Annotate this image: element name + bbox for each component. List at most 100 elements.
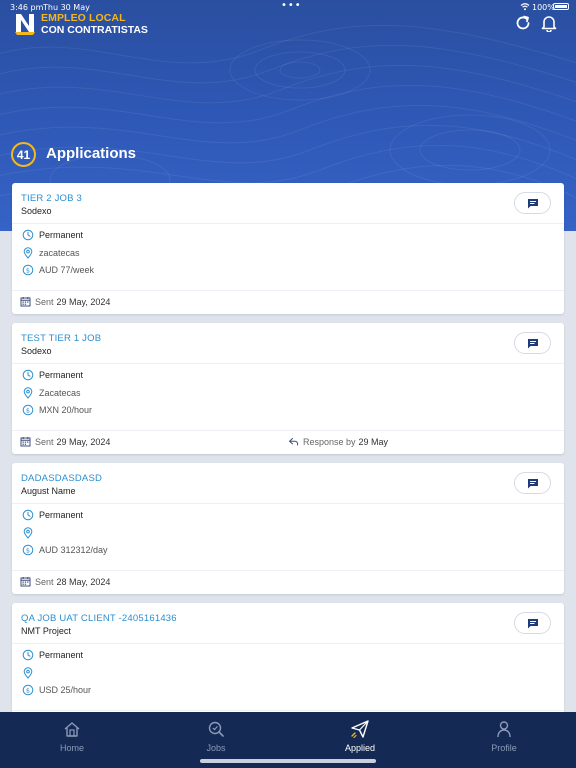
location-row xyxy=(22,526,39,540)
svg-text:$: $ xyxy=(26,406,30,414)
salary-row: $ AUD 77/week xyxy=(22,263,94,277)
card-header: DADASDASDASD August Name xyxy=(12,463,564,504)
tab-profile[interactable]: Profile xyxy=(464,719,544,759)
tab-label: Profile xyxy=(491,743,517,753)
tab-label: Home xyxy=(59,743,84,753)
card-footer: Sent 29 May, 2024 Response by 29 May xyxy=(12,431,564,454)
svg-text:$: $ xyxy=(26,266,30,274)
employer-name: August Name xyxy=(21,486,76,496)
chat-button[interactable] xyxy=(514,192,551,214)
logo-text-line2: CON CONTRATISTAS xyxy=(41,24,148,36)
location-row xyxy=(22,666,39,680)
employer-name: Sodexo xyxy=(21,346,52,356)
location-pin-icon xyxy=(23,527,33,539)
location-pin-icon xyxy=(23,247,33,259)
location-row: zacatecas xyxy=(22,246,80,260)
job-type-row: Permanent xyxy=(22,228,83,242)
multitasking-dots[interactable]: ••• xyxy=(281,0,302,11)
dollar-icon: $ xyxy=(22,404,34,416)
clock-icon xyxy=(22,229,34,241)
dollar-icon: $ xyxy=(22,264,34,276)
svg-text:$: $ xyxy=(26,546,30,554)
card-header: TIER 2 JOB 3 Sodexo xyxy=(12,183,564,224)
salary-row: $ USD 25/hour xyxy=(22,683,91,697)
applications-count-badge: 41 xyxy=(11,142,36,167)
job-title[interactable]: TIER 2 JOB 3 xyxy=(21,193,82,204)
clock-icon xyxy=(22,649,34,661)
application-card[interactable]: TIER 2 JOB 3 Sodexo Permanent zacatecas … xyxy=(12,183,564,314)
dollar-icon: $ xyxy=(22,544,34,556)
refresh-icon xyxy=(516,15,530,30)
paper-plane-icon xyxy=(351,720,369,739)
search-jobs-icon xyxy=(208,721,224,737)
sent-date: 29 May, 2024 xyxy=(56,436,111,447)
bell-icon xyxy=(541,16,557,33)
tab-label: Applied xyxy=(344,743,376,753)
page-title: Applications xyxy=(46,145,137,162)
application-card[interactable]: DADASDASDASD August Name Permanent $ AUD… xyxy=(12,463,564,594)
chat-icon xyxy=(527,618,538,628)
response-by-info: Response by 29 May xyxy=(288,436,388,447)
card-details: Permanent $ USD 25/hour xyxy=(12,644,564,711)
applications-list: TIER 2 JOB 3 Sodexo Permanent zacatecas … xyxy=(12,183,564,743)
refresh-button[interactable] xyxy=(514,14,532,32)
job-type-row: Permanent xyxy=(22,648,83,662)
job-location: Zacatecas xyxy=(39,388,81,398)
notifications-button[interactable] xyxy=(540,14,558,33)
job-type: Permanent xyxy=(39,650,84,660)
location-row: Zacatecas xyxy=(22,386,81,400)
chat-button[interactable] xyxy=(514,612,551,634)
job-type-row: Permanent xyxy=(22,508,83,522)
card-details: Permanent $ AUD 312312/day xyxy=(12,504,564,571)
chat-icon xyxy=(527,478,538,488)
card-header: QA JOB UAT CLIENT -2405161436 NMT Projec… xyxy=(12,603,564,644)
battery-percent: 100% xyxy=(532,3,555,12)
sent-date: 29 May, 2024 xyxy=(56,296,111,307)
salary-row: $ MXN 20/hour xyxy=(22,403,92,417)
sent-label: Sent xyxy=(35,296,54,307)
home-indicator[interactable] xyxy=(200,759,376,763)
sent-date-info: Sent 29 May, 2024 xyxy=(20,436,110,447)
job-type-row: Permanent xyxy=(22,368,83,382)
calendar-icon xyxy=(20,297,31,307)
application-card[interactable]: TEST TIER 1 JOB Sodexo Permanent Zacatec… xyxy=(12,323,564,454)
logo-text-line1: EMPLEO LOCAL xyxy=(41,12,126,24)
tab-label: Jobs xyxy=(206,743,226,753)
chat-button[interactable] xyxy=(514,332,551,354)
employer-name: Sodexo xyxy=(21,206,52,216)
location-pin-icon xyxy=(23,667,33,679)
chat-icon xyxy=(527,198,538,208)
tab-applied[interactable]: Applied xyxy=(320,719,400,759)
home-icon xyxy=(64,722,80,737)
svg-text:$: $ xyxy=(26,686,30,694)
location-pin-icon xyxy=(23,387,33,399)
card-footer: Sent 29 May, 2024 xyxy=(12,291,564,314)
tab-home[interactable]: Home xyxy=(32,719,112,759)
job-salary: MXN 20/hour xyxy=(39,405,93,415)
job-salary: AUD 312312/day xyxy=(39,545,108,555)
job-title[interactable]: DADASDASDASD xyxy=(21,473,102,484)
job-salary: USD 25/hour xyxy=(39,685,92,695)
dollar-icon: $ xyxy=(22,684,34,696)
card-footer: Sent 28 May, 2024 xyxy=(12,571,564,594)
sent-label: Sent xyxy=(35,576,54,587)
calendar-icon xyxy=(20,437,31,447)
chat-button[interactable] xyxy=(514,472,551,494)
card-details: Permanent Zacatecas $ MXN 20/hour xyxy=(12,364,564,431)
salary-row: $ AUD 312312/day xyxy=(22,543,108,557)
clock-icon xyxy=(22,509,34,521)
job-salary: AUD 77/week xyxy=(39,265,95,275)
job-title[interactable]: TEST TIER 1 JOB xyxy=(21,333,101,344)
job-location: zacatecas xyxy=(39,248,80,258)
user-icon xyxy=(497,721,511,738)
card-details: Permanent zacatecas $ AUD 77/week xyxy=(12,224,564,291)
response-date: 29 May xyxy=(358,436,389,447)
battery-icon xyxy=(553,3,569,10)
sent-date-info: Sent 28 May, 2024 xyxy=(20,576,110,587)
card-header: TEST TIER 1 JOB Sodexo xyxy=(12,323,564,364)
response-label: Response by xyxy=(303,436,356,447)
employer-name: NMT Project xyxy=(21,626,71,636)
tab-jobs[interactable]: Jobs xyxy=(176,719,256,759)
job-title[interactable]: QA JOB UAT CLIENT -2405161436 xyxy=(21,613,177,624)
logo-mark-icon xyxy=(15,14,35,35)
